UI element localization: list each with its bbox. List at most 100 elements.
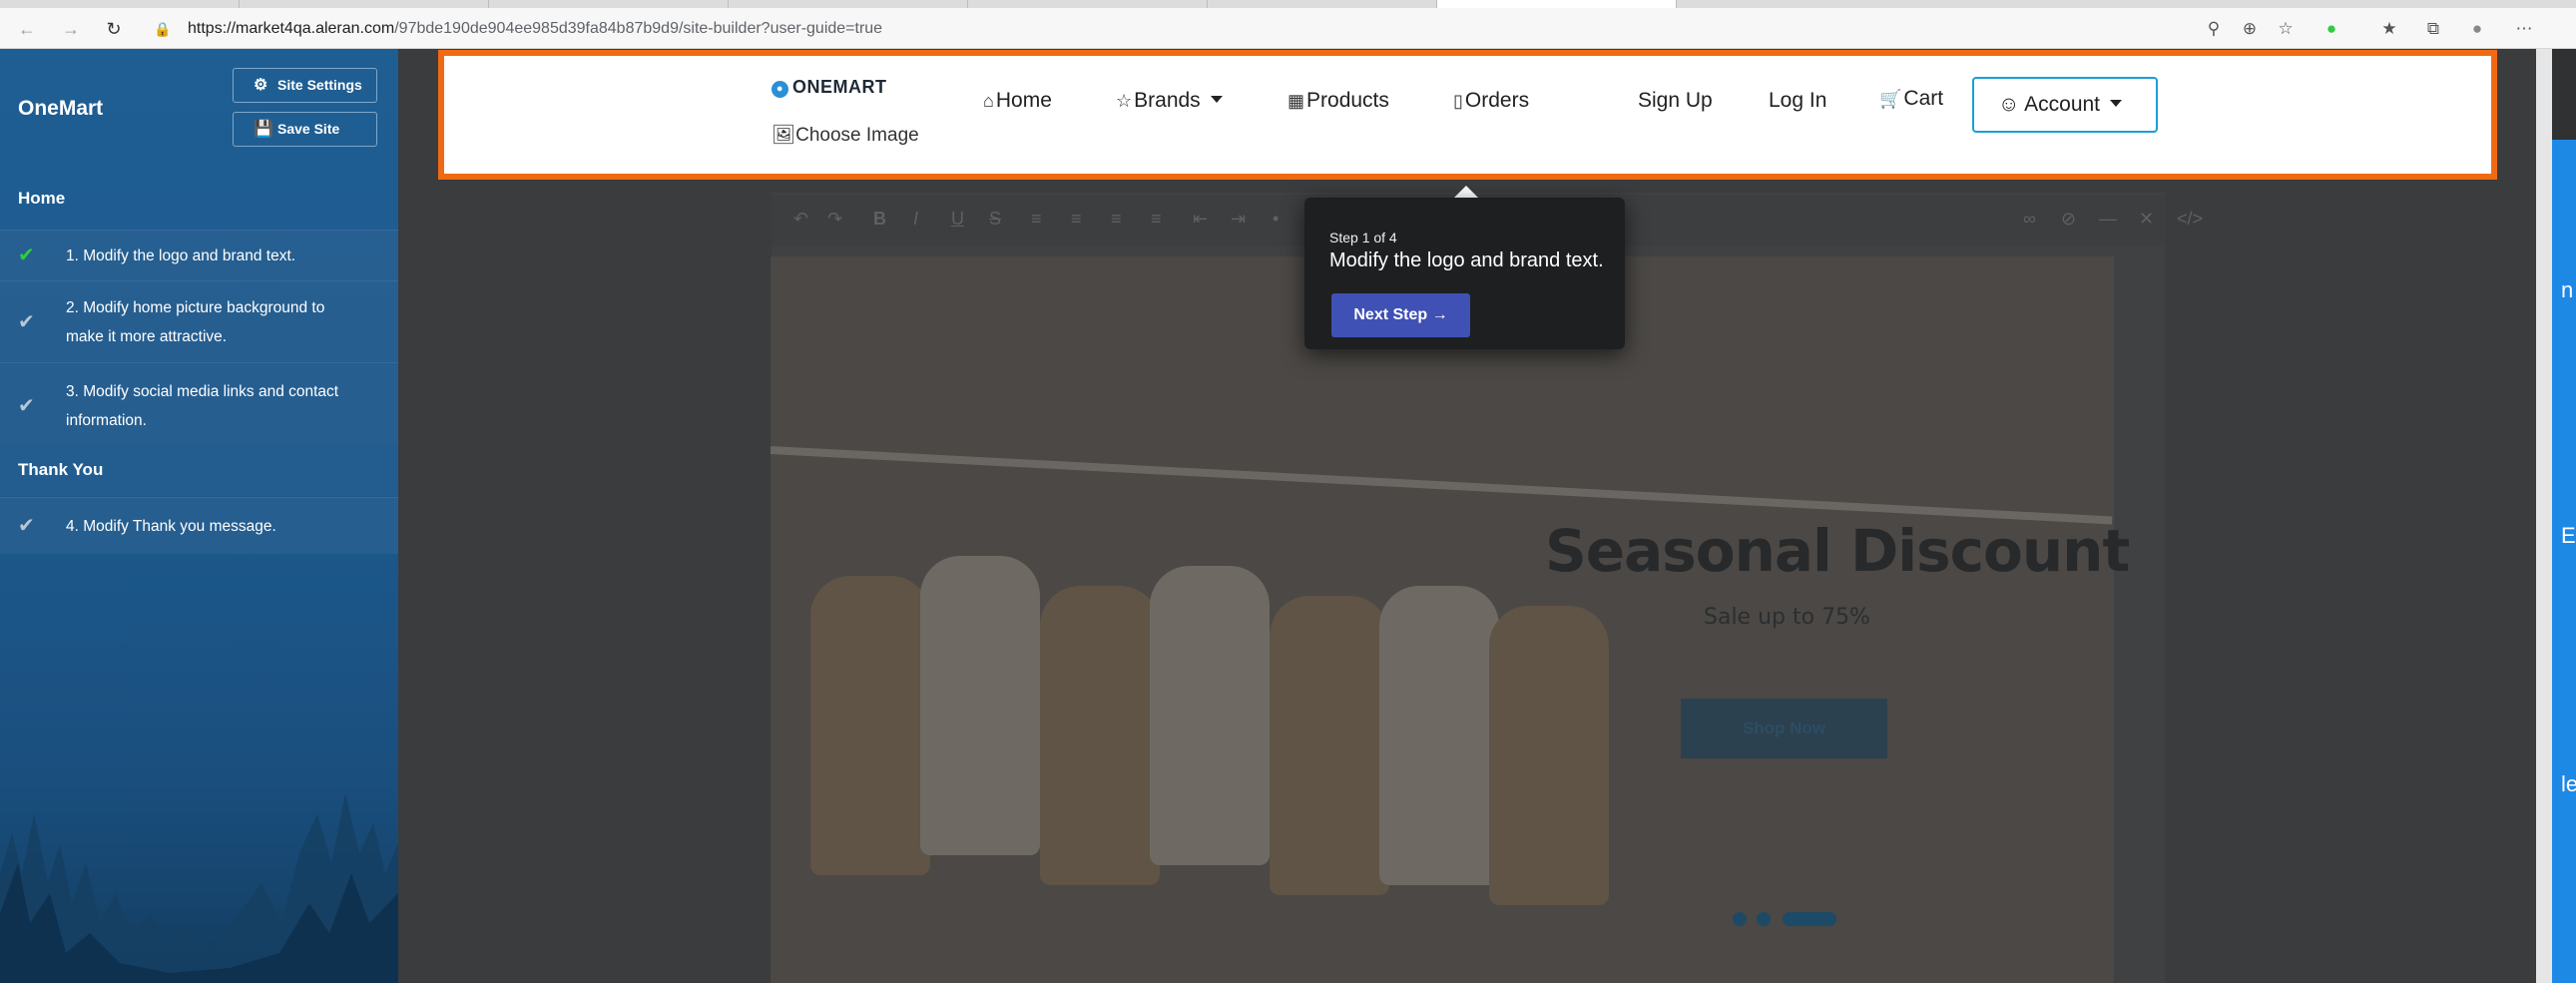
align-right-icon[interactable]: ≡ [1111, 209, 1122, 230]
nav-sign-up[interactable]: Sign Up [1638, 89, 1713, 113]
url-host: https://market4qa.aleran.com [188, 20, 395, 37]
nav-cart-label: Cart [1903, 87, 1944, 110]
clothing-item [1150, 566, 1270, 865]
gear-icon: ⚙ [254, 77, 268, 94]
browser-tab[interactable] [0, 0, 240, 8]
zoom-icon[interactable]: ⊕ [2238, 18, 2262, 40]
guide-step-4[interactable]: ✔ 4. Modify Thank you message. [0, 497, 398, 554]
bold-icon[interactable]: B [873, 209, 886, 230]
guide-step-1[interactable]: ✔ 1. Modify the logo and brand text. [0, 230, 398, 280]
next-step-button[interactable]: Next Step → [1331, 293, 1470, 337]
nav-brands-label: Brands [1134, 89, 1201, 112]
extension-icon[interactable]: ● [2319, 18, 2343, 40]
clothing-item [1489, 606, 1609, 905]
strikethrough-icon[interactable]: S [989, 209, 1001, 230]
site-settings-button[interactable]: ⚙ Site Settings [233, 68, 377, 103]
browser-tab[interactable] [729, 0, 968, 8]
account-dropdown-button[interactable]: ☺ Account [1972, 77, 2158, 133]
browser-tab-active[interactable] [1437, 0, 1677, 8]
cart-icon: 🛒 [1879, 89, 1902, 109]
nav-cart[interactable]: 🛒Cart [1879, 87, 1943, 111]
browser-tab[interactable] [489, 0, 729, 8]
address-bar: ← → ↻ 🔒 https://market4qa.aleran.com/97b… [0, 8, 2576, 49]
choose-image-link[interactable]: 🖼Choose Image [772, 123, 919, 147]
clothing-item [920, 556, 1040, 855]
nav-home-label: Home [995, 89, 1052, 112]
profile-icon[interactable]: ● [2465, 18, 2489, 40]
link-icon[interactable]: ∞ [2023, 209, 2036, 230]
highlighted-header[interactable] [438, 50, 2497, 180]
chevron-down-icon [2110, 100, 2123, 107]
url-path: /97bde190de904ee985d39fa84b87b9d9/site-b… [394, 20, 883, 37]
tooltip-message: Modify the logo and brand text. [1329, 249, 1604, 271]
unlink-icon[interactable]: ⊘ [2061, 209, 2076, 230]
browser-tab[interactable] [240, 0, 489, 8]
favorites-icon[interactable]: ★ [2377, 18, 2401, 40]
collections-icon[interactable]: ⧉ [2421, 18, 2445, 40]
tooltip-step-count: Step 1 of 4 [1329, 230, 1397, 246]
nav-brands[interactable]: ☆Brands [1116, 89, 1223, 113]
clear-format-icon[interactable]: ✕ [2139, 209, 2154, 230]
side-panel-text: E [2561, 523, 2576, 548]
clothing-item [1040, 586, 1160, 885]
carousel-dot-active[interactable] [1783, 912, 1836, 926]
browser-tab[interactable] [1208, 0, 1437, 8]
save-site-label: Save Site [277, 121, 340, 137]
star-icon[interactable]: ☆ [2274, 18, 2298, 40]
code-view-icon[interactable]: </> [2177, 209, 2203, 230]
carousel-dot[interactable] [1733, 912, 1747, 926]
indent-icon[interactable]: ⇥ [1231, 209, 1246, 230]
nav-home[interactable]: ⌂Home [983, 89, 1052, 113]
more-icon[interactable]: ⋯ [2512, 18, 2536, 40]
hero-title: Seasonal Discount [1545, 517, 2130, 585]
store-icon: ▦ [1288, 91, 1305, 111]
align-center-icon[interactable]: ≡ [1071, 209, 1082, 230]
undo-icon[interactable]: ↶ [793, 209, 808, 230]
save-icon: 💾 [254, 121, 273, 138]
nav-log-in[interactable]: Log In [1769, 89, 1826, 113]
guide-tooltip: Step 1 of 4 Modify the logo and brand te… [1304, 198, 1625, 349]
page-scrollbar[interactable] [2536, 49, 2552, 983]
nav-products[interactable]: ▦Products [1288, 89, 1389, 113]
site-settings-label: Site Settings [277, 77, 362, 93]
choose-image-label: Choose Image [795, 125, 919, 146]
bullet-list-icon[interactable]: • [1273, 209, 1279, 230]
save-site-button[interactable]: 💾 Save Site [233, 112, 377, 147]
side-panel-text: n [2561, 277, 2574, 302]
guide-step-text: 4. Modify Thank you message. [66, 518, 276, 535]
horizontal-rule-icon[interactable]: — [2099, 209, 2117, 230]
guide-step-text: 2. Modify home picture background to mak… [66, 299, 325, 345]
back-icon[interactable]: ← [16, 18, 38, 40]
key-icon[interactable]: ⚲ [2202, 18, 2226, 40]
carousel-dot[interactable] [1757, 912, 1771, 926]
shop-now-button[interactable]: Shop Now [1681, 699, 1887, 758]
url-field[interactable]: 🔒 https://market4qa.aleran.com/97bde190d… [150, 16, 2186, 42]
outdent-icon[interactable]: ⇤ [1193, 209, 1208, 230]
clothing-item [810, 576, 930, 875]
nav-orders[interactable]: ▯Orders [1453, 89, 1529, 113]
guide-step-text: 3. Modify social media links and contact… [66, 383, 339, 429]
hero-banner-image[interactable] [771, 256, 2114, 983]
logo-mark-icon: ● [772, 81, 788, 98]
align-left-icon[interactable]: ≡ [1031, 209, 1042, 230]
image-file-icon: 🖼 [772, 125, 796, 146]
underline-icon[interactable]: U [951, 209, 964, 230]
sidebar-brand: OneMart [18, 97, 104, 120]
forest-background-image [0, 664, 398, 983]
star-outline-icon: ☆ [1116, 91, 1133, 111]
brand-logo[interactable]: ● ONEMART [772, 77, 887, 99]
reload-icon[interactable]: ↻ [103, 18, 125, 40]
guide-step-3[interactable]: ✔ 3. Modify social media links and conta… [0, 362, 398, 444]
browser-tab[interactable] [968, 0, 1208, 8]
browser-tab-strip [0, 0, 2576, 8]
checkmark-icon: ✔ [18, 515, 35, 537]
justify-icon[interactable]: ≡ [1151, 209, 1162, 230]
section-title-home: Home [18, 189, 66, 208]
italic-icon[interactable]: I [913, 209, 918, 230]
forward-icon[interactable]: → [60, 18, 82, 40]
nav-orders-label: Orders [1464, 89, 1530, 112]
side-panel-text: le [2561, 771, 2576, 796]
guide-step-2[interactable]: ✔ 2. Modify home picture background to m… [0, 280, 398, 362]
redo-icon[interactable]: ↷ [827, 209, 842, 230]
side-panel-edge [2552, 140, 2576, 983]
